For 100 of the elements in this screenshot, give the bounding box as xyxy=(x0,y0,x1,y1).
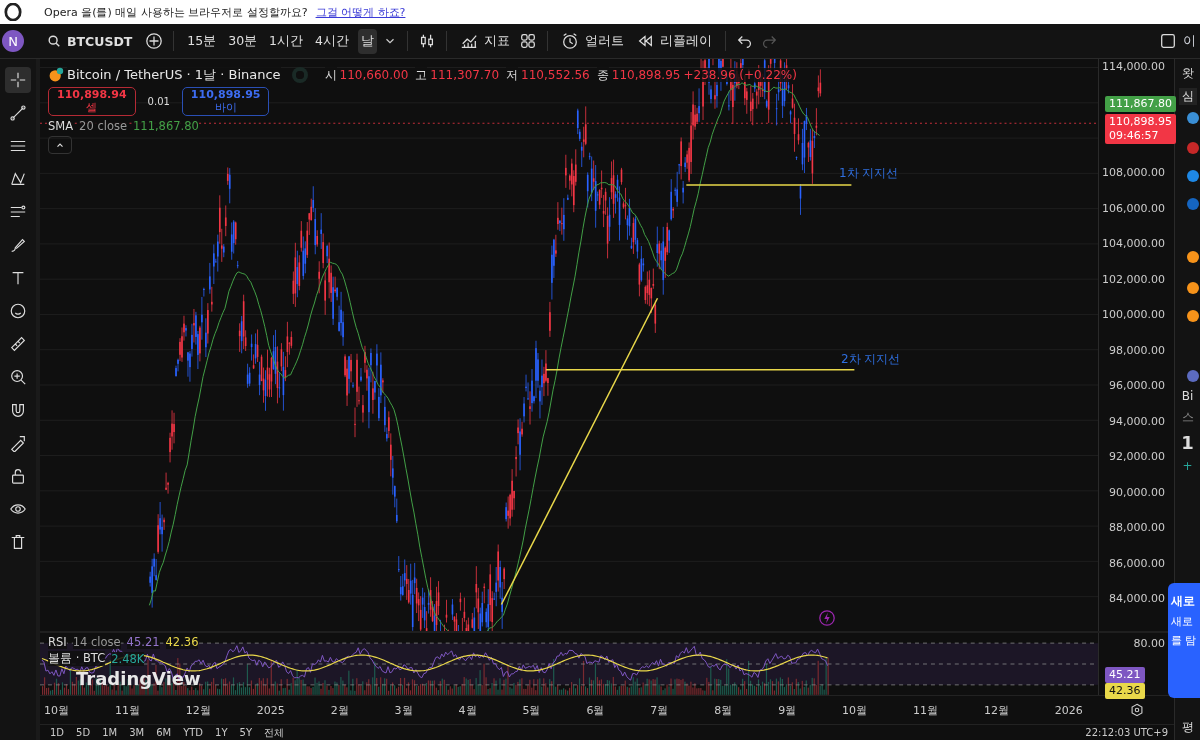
chart-logo: TradingView xyxy=(76,668,201,689)
alarm-clock-icon xyxy=(561,32,579,50)
indicators-button[interactable]: 지표 xyxy=(457,28,513,54)
collapse-button[interactable] xyxy=(48,136,72,155)
rsi-ma-value: 42.36 xyxy=(165,635,199,649)
price-axis-label: 100,000.00 xyxy=(1102,307,1165,321)
fullscreen-icon[interactable] xyxy=(1159,32,1177,50)
price-axis-label: 94,000.00 xyxy=(1109,414,1165,428)
time-axis-label: 9월 xyxy=(778,702,797,718)
browser-logo-icon xyxy=(4,3,22,21)
support-label: 2차 지지선 xyxy=(841,351,901,368)
time-axis-label: 12월 xyxy=(185,702,211,718)
interval-tab[interactable]: 날 xyxy=(358,28,377,54)
rsi-ma-tag: 42.36 xyxy=(1105,683,1145,699)
replay-button[interactable]: 리플레이 xyxy=(633,28,715,54)
add-symbol-icon[interactable] xyxy=(145,32,164,50)
toolbar-label[interactable]: 이 xyxy=(1183,32,1200,50)
interval-tab[interactable]: 30분 xyxy=(225,28,261,54)
sma-price-tag: 111,867.80 xyxy=(1105,96,1176,112)
indicator-name: RSI xyxy=(48,635,67,649)
range-button[interactable]: 1D xyxy=(46,727,69,738)
range-button[interactable]: 1M xyxy=(98,727,122,738)
lightning-icon[interactable] xyxy=(818,609,836,627)
time-axis-label: 2월 xyxy=(330,702,349,718)
time-axis-label: 6월 xyxy=(586,702,605,718)
indicator-name: 볼륨 · BTC xyxy=(48,651,106,666)
price-axis-label: 96,000.00 xyxy=(1109,378,1165,392)
notification-popup[interactable]: 새로 새로 를 탐 xyxy=(1168,583,1200,698)
how-to-link[interactable]: 그걸 어떻게 하죠? xyxy=(315,4,406,20)
symbol-title: Bitcoin / TetherUS · 1날 · Binance xyxy=(67,66,281,84)
bitcoin-coin-icon xyxy=(48,67,64,83)
ohlc-label: 종 xyxy=(596,66,609,84)
rsi-axis-label: 80.00 xyxy=(1133,636,1165,650)
price-axis-label: 108,000.00 xyxy=(1102,165,1165,179)
time-axis-label: 12월 xyxy=(983,702,1009,718)
time-axis-label: 10월 xyxy=(44,702,69,718)
alert-button[interactable]: 얼러트 xyxy=(558,28,627,54)
interval-tab[interactable]: 4시간 xyxy=(312,28,352,54)
sidebar-footer: 평 xyxy=(1181,719,1194,736)
candlestick-icon[interactable] xyxy=(418,32,436,50)
sidebar-tab[interactable]: 심 xyxy=(1178,88,1197,105)
timezone-clock[interactable]: 22:12:03 UTC+9 xyxy=(1085,727,1168,738)
time-axis-label: 11월 xyxy=(114,702,140,718)
crosshair-tool-icon[interactable] xyxy=(5,67,31,93)
sidebar-change: + xyxy=(1182,459,1193,473)
popup-title: 새로 xyxy=(1171,593,1196,610)
range-button[interactable]: YTD xyxy=(179,727,208,738)
time-axis-label: 4월 xyxy=(458,702,477,718)
price-axis-label: 102,000.00 xyxy=(1102,272,1165,286)
range-button[interactable]: 1Y xyxy=(211,727,232,738)
range-button[interactable]: 5Y xyxy=(235,727,256,738)
range-button[interactable]: 전체 xyxy=(260,727,288,738)
price-axis-label: 86,000.00 xyxy=(1109,556,1165,570)
popup-text: 새로 xyxy=(1171,614,1194,629)
time-axis-label: 8월 xyxy=(714,702,733,718)
time-axis-label: 3월 xyxy=(394,702,413,718)
sell-button[interactable]: 110,898.94 셀 xyxy=(48,87,136,117)
time-axis-label: 2025 xyxy=(256,703,285,717)
time-axis-label: 7월 xyxy=(650,702,669,718)
support-label: 1차 지지선 xyxy=(839,165,899,182)
settings-icon[interactable] xyxy=(1129,703,1144,717)
interval-tab[interactable]: 1시간 xyxy=(266,28,307,54)
default-browser-message: Opera 을(를) 매일 사용하는 브라우저로 설정할까요? xyxy=(44,4,308,20)
ohlc-value: 110,552.56 xyxy=(521,68,590,82)
price-axis-label: 114,000.00 xyxy=(1102,59,1165,73)
rewind-icon xyxy=(636,32,654,50)
price-axis-label: 92,000.00 xyxy=(1109,449,1165,463)
range-button[interactable]: 6M xyxy=(152,727,176,738)
rsi-value-tag: 45.21 xyxy=(1105,667,1145,683)
time-axis-label: 5월 xyxy=(522,702,541,718)
layout-grid-icon[interactable] xyxy=(519,32,537,50)
range-button[interactable]: 5D xyxy=(72,727,95,738)
last-price-tag: 110,898.95 09:46:57 xyxy=(1105,114,1176,144)
user-avatar[interactable]: N xyxy=(2,30,24,52)
indicator-value: 111,867.80 xyxy=(133,119,199,134)
symbol-search-button[interactable]: BTCUSDT xyxy=(44,29,136,53)
market-open-dot xyxy=(295,71,304,79)
popup-text: 를 탐 xyxy=(1171,633,1198,648)
search-icon xyxy=(47,34,61,48)
price-axis-label: 88,000.00 xyxy=(1109,520,1165,534)
price-axis-label: 90,000.00 xyxy=(1109,485,1165,499)
indicator-params: 14 close xyxy=(72,635,121,649)
sidebar-ticker: Bi xyxy=(1181,389,1194,403)
ohlc-label: 저 xyxy=(506,66,519,84)
ohlc-value: 110,660.00 xyxy=(339,68,409,82)
price-axis-label: 106,000.00 xyxy=(1102,201,1165,215)
sidebar-subtitle: 스 xyxy=(1181,409,1194,426)
ohlc-label: 시 xyxy=(324,66,337,84)
buy-button[interactable]: 110,898.95 바이 xyxy=(181,87,270,117)
time-axis-label: 2026 xyxy=(1054,703,1083,717)
price-axis-label: 104,000.00 xyxy=(1102,236,1165,250)
ohlc-value: 110,898.95 xyxy=(611,68,681,82)
chart-line-icon xyxy=(460,32,478,50)
range-button[interactable]: 3M xyxy=(125,727,149,738)
sidebar-price: 1 xyxy=(1181,432,1194,453)
spread-value: 0.01 xyxy=(146,96,171,108)
interval-tab[interactable]: 15분 xyxy=(184,28,220,54)
ohlc-value: 111,307.70 xyxy=(430,68,500,82)
price-axis-label: 84,000.00 xyxy=(1109,591,1165,605)
time-axis-label: 11월 xyxy=(913,702,938,718)
